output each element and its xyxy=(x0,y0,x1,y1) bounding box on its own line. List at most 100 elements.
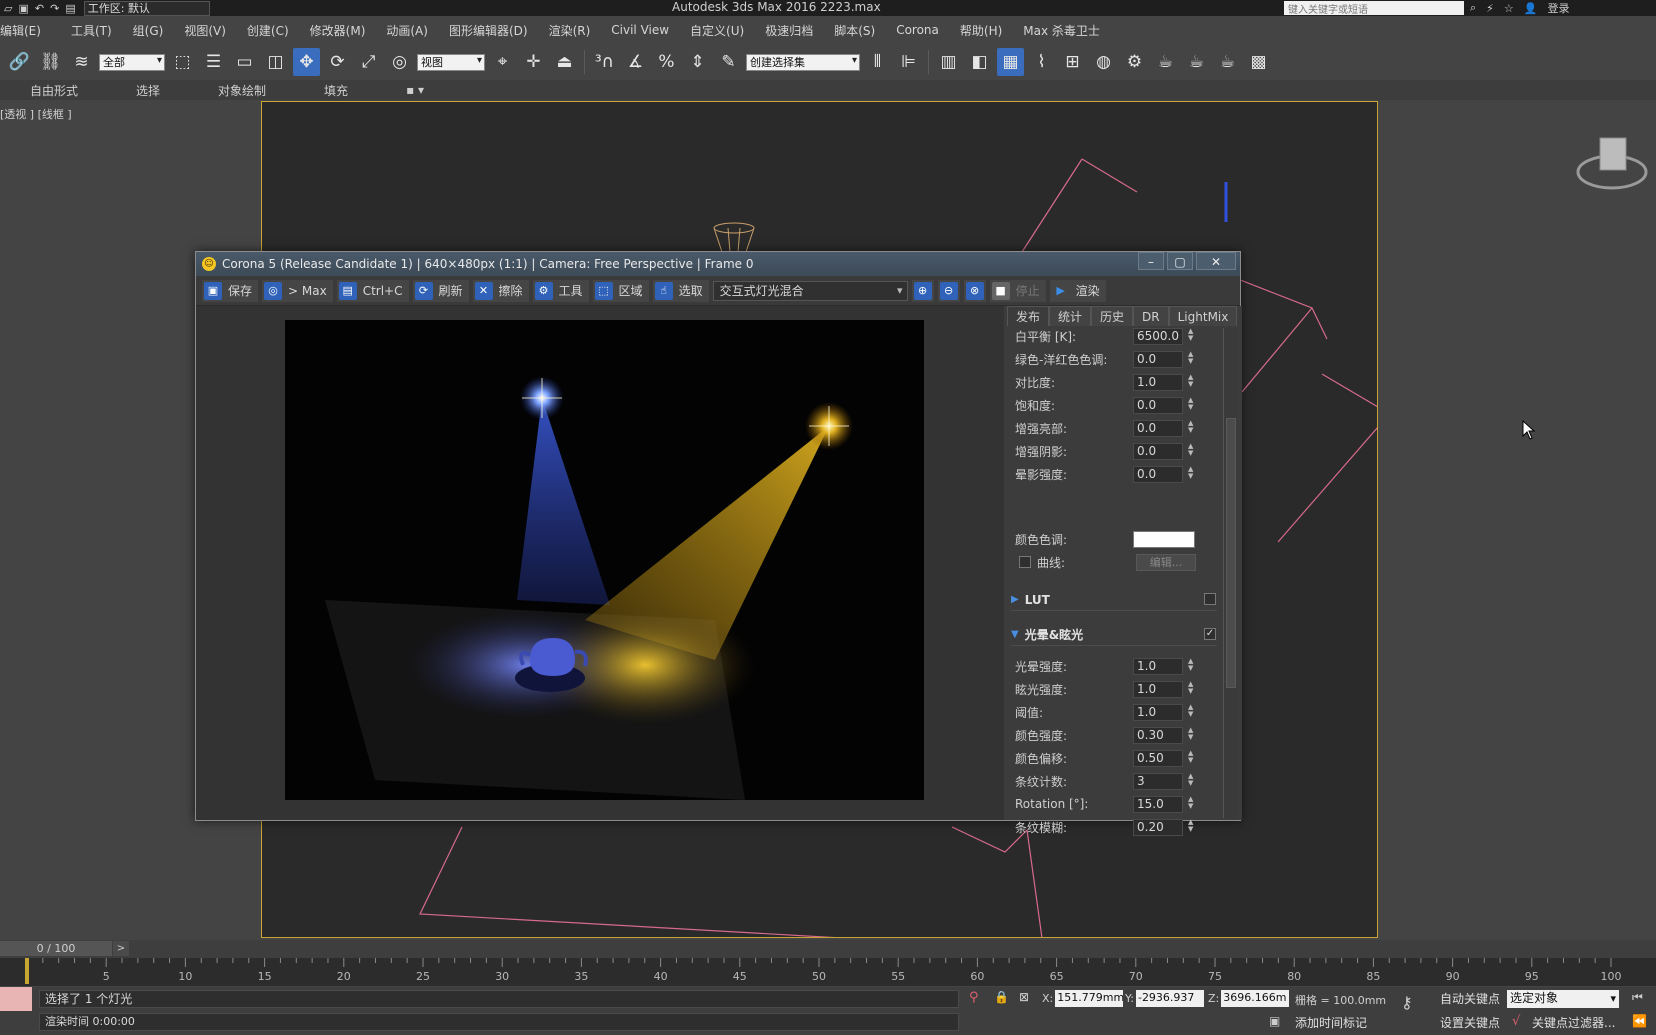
spinner-arrows-icon[interactable]: ▲ ▼ xyxy=(1188,681,1193,695)
save-file-icon[interactable]: ▣ xyxy=(18,2,28,15)
param-spinner-field[interactable]: 0.0 xyxy=(1133,350,1183,368)
login-link[interactable]: 登录 xyxy=(1547,0,1569,16)
scene-explorer-icon[interactable]: ▦ xyxy=(997,48,1024,76)
select-by-name-icon[interactable]: ☰ xyxy=(200,48,227,76)
side-tab[interactable]: LightMix xyxy=(1168,306,1238,326)
zoom-in-button[interactable]: ⊕ xyxy=(911,279,934,302)
curves-checkbox[interactable] xyxy=(1019,556,1031,568)
spinner-arrows-icon[interactable]: ▲ ▼ xyxy=(1188,466,1193,480)
render-in-cloud-icon[interactable]: ▩ xyxy=(1245,48,1272,76)
undo-icon[interactable]: ↶ xyxy=(35,2,44,15)
param-spinner-field[interactable]: 0.30 xyxy=(1133,726,1183,744)
isolate-icon[interactable]: ⚲ xyxy=(969,990,979,1005)
menu-item[interactable]: 动画(A) xyxy=(386,22,428,39)
render-elements-select[interactable]: 交互式灯光混合 xyxy=(712,280,908,301)
menu-item[interactable]: 修改器(M) xyxy=(310,22,366,39)
rendered-frame-window-icon[interactable]: ☕ xyxy=(1152,48,1179,76)
zoom-fit-button[interactable]: ⊗ xyxy=(963,279,986,302)
align-icon[interactable]: ⊫ xyxy=(895,48,922,76)
stop-button[interactable]: ■ 停止 xyxy=(989,279,1046,302)
save-button[interactable]: ▣ 保存 xyxy=(202,279,259,302)
selected-object-select[interactable]: 选定对象 xyxy=(1507,990,1619,1008)
render-area[interactable] xyxy=(196,306,1004,820)
manipulate-icon[interactable]: ✛ xyxy=(520,48,547,76)
minimize-icon[interactable]: – xyxy=(1138,252,1164,270)
render-button[interactable]: ▶ 渲染 xyxy=(1049,279,1106,302)
menu-item[interactable]: 创建(C) xyxy=(247,22,289,39)
ribbon-tab[interactable]: 填充 xyxy=(324,82,348,99)
rect-selection-icon[interactable]: ▭ xyxy=(231,48,258,76)
x-field[interactable]: 151.779mm xyxy=(1055,990,1124,1007)
param-spinner-field[interactable]: 6500.0 xyxy=(1133,327,1183,345)
keyboard-shortcut-icon[interactable]: ⏏ xyxy=(551,48,578,76)
spinner-arrows-icon[interactable]: ▲ ▼ xyxy=(1188,420,1193,434)
spinner-arrows-icon[interactable]: ▲ ▼ xyxy=(1188,658,1193,672)
lut-section[interactable]: ▶ LUT xyxy=(1011,589,1217,611)
edit-curves-button[interactable]: 编辑... xyxy=(1136,553,1196,571)
select-object-icon[interactable]: ⬚ xyxy=(169,48,196,76)
param-spinner-field[interactable]: 1.0 xyxy=(1133,657,1183,675)
user-icon[interactable]: 👤 xyxy=(1524,2,1538,15)
percent-snap-icon[interactable]: % xyxy=(653,48,680,76)
region-button[interactable]: ⬚ 区域 xyxy=(592,279,649,302)
side-tab[interactable]: 历史 xyxy=(1091,306,1134,326)
reference-coord-select[interactable]: 视图 xyxy=(417,53,485,71)
ribbon-toggle-icon[interactable]: ◧ xyxy=(966,48,993,76)
next-frame-icon[interactable]: > xyxy=(113,941,129,956)
spinner-arrows-icon[interactable]: ▲ ▼ xyxy=(1188,796,1193,810)
open-file-icon[interactable]: ▱ xyxy=(4,2,12,15)
angle-snap-icon[interactable]: ∡ xyxy=(622,48,649,76)
menu-item[interactable]: 视图(V) xyxy=(184,22,226,39)
set-key-button[interactable]: 设置关键点 xyxy=(1440,1014,1501,1032)
side-tab[interactable]: 统计 xyxy=(1049,306,1092,326)
trackbar[interactable]: 5 10 15 20 25 30 35 40 45 50 55 60 65 70 75 80 85 90 95 100 xyxy=(0,958,1656,986)
spinner-arrows-icon[interactable]: ▲ ▼ xyxy=(1188,443,1193,457)
material-editor-icon[interactable]: ◍ xyxy=(1090,48,1117,76)
pivot-center-icon[interactable]: ⌖ xyxy=(489,48,516,76)
schematic-view-icon[interactable]: ⊞ xyxy=(1059,48,1086,76)
menu-item[interactable]: 极速归档 xyxy=(765,22,813,39)
unlink-icon[interactable]: ⛓ xyxy=(37,48,64,76)
z-field[interactable]: 3696.166m xyxy=(1221,990,1290,1007)
lock-icon[interactable]: 🔒 xyxy=(994,990,1009,1004)
search-input[interactable]: 键入关键字或短语 xyxy=(1284,1,1464,16)
lut-checkbox[interactable] xyxy=(1204,593,1216,605)
spinner-arrows-icon[interactable]: ▲ ▼ xyxy=(1188,704,1193,718)
selection-filter-select[interactable]: 全部 xyxy=(99,53,165,71)
spinner-arrows-icon[interactable]: ▲ ▼ xyxy=(1188,328,1193,342)
absolute-mode-icon[interactable]: ⊠ xyxy=(1019,990,1029,1004)
clear-button[interactable]: ✕ 擦除 xyxy=(472,279,529,302)
spinner-arrows-icon[interactable]: ▲ ▼ xyxy=(1188,727,1193,741)
close-icon[interactable]: ✕ xyxy=(1196,252,1236,270)
frame-counter[interactable]: 0 / 100 xyxy=(0,941,112,956)
ribbon-tab[interactable]: 选择 xyxy=(136,82,160,99)
menu-item[interactable]: 编辑(E) xyxy=(0,22,41,39)
viewcube-icon[interactable] xyxy=(1576,134,1648,194)
param-spinner-field[interactable]: 1.0 xyxy=(1133,373,1183,391)
time-tag-icon[interactable]: ▣ xyxy=(1269,1014,1280,1028)
select-scale-icon[interactable]: ⤢ xyxy=(355,48,382,76)
param-spinner-field[interactable]: 0.20 xyxy=(1133,818,1183,836)
window-crossing-icon[interactable]: ◫ xyxy=(262,48,289,76)
menu-item[interactable]: 脚本(S) xyxy=(834,22,875,39)
goto-start-icon[interactable]: ⏮ xyxy=(1632,990,1643,1005)
y-field[interactable]: -2936.937 xyxy=(1135,990,1204,1007)
copy-button[interactable]: ▤ Ctrl+C xyxy=(336,279,409,302)
to-max-button[interactable]: ◎ > Max xyxy=(262,279,333,302)
param-spinner-field[interactable]: 0.0 xyxy=(1133,396,1183,414)
spinner-arrows-icon[interactable]: ▲ ▼ xyxy=(1188,374,1193,388)
ribbon-tab[interactable]: 对象绘制 xyxy=(218,82,266,99)
param-spinner-field[interactable]: 0.0 xyxy=(1133,442,1183,460)
project-folder-icon[interactable]: ▤ xyxy=(65,2,75,15)
bloom-glare-section[interactable]: ▼ 光晕&眩光 ✓ xyxy=(1011,624,1217,646)
menu-item[interactable]: 自定义(U) xyxy=(690,22,744,39)
menu-item[interactable]: 渲染(R) xyxy=(549,22,591,39)
menu-item[interactable]: Corona xyxy=(896,23,939,37)
add-time-tag-button[interactable]: 添加时间标记 xyxy=(1295,1014,1368,1032)
binoculars-icon[interactable]: ⌕ xyxy=(1470,1,1476,15)
pick-button[interactable]: ☝ 选取 xyxy=(652,279,709,302)
bind-spacewarp-icon[interactable]: ≋ xyxy=(68,48,95,76)
key-icon[interactable]: ⚷ xyxy=(1401,993,1413,1012)
refresh-button[interactable]: ⟳ 刷新 xyxy=(412,279,469,302)
menu-item[interactable]: 图形编辑器(D) xyxy=(449,22,528,39)
